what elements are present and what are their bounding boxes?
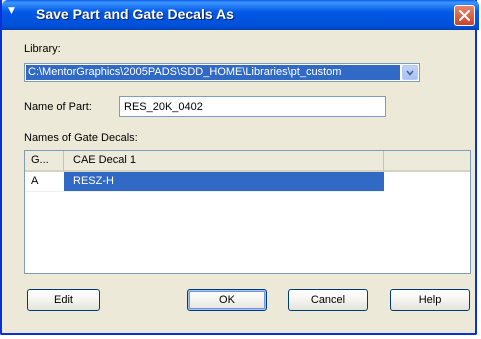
close-button[interactable] (454, 5, 475, 26)
column-header-filler (384, 151, 470, 172)
part-name-input[interactable] (120, 97, 385, 116)
help-button[interactable]: Help (390, 289, 470, 311)
cell-gate[interactable]: A (25, 172, 64, 192)
column-header-gate[interactable]: G... (25, 151, 64, 172)
library-dropdown[interactable]: C:\MentorGraphics\2005PADS\SDD_HOME\Libr… (24, 63, 420, 82)
close-icon (459, 10, 470, 21)
edit-button[interactable]: Edit (27, 289, 100, 311)
app-icon: ▼ (8, 6, 15, 16)
part-name-label: Name of Part: (24, 101, 92, 113)
ok-button[interactable]: OK (187, 289, 267, 311)
part-name-field[interactable] (119, 96, 386, 117)
title-bar[interactable]: ▼ Save Part and Gate Decals As (2, 0, 479, 30)
library-selected-value: C:\MentorGraphics\2005PADS\SDD_HOME\Libr… (26, 65, 400, 80)
cancel-button[interactable]: Cancel (288, 289, 368, 311)
dialog-window: ▼ Save Part and Gate Decals As Library: … (0, 0, 479, 335)
cell-cae-decal[interactable]: RESZ-H (64, 172, 384, 192)
column-header-cae-decal[interactable]: CAE Decal 1 (64, 151, 384, 172)
library-label: Library: (24, 43, 61, 55)
dropdown-button[interactable] (402, 65, 418, 80)
window-title: Save Part and Gate Decals As (36, 6, 234, 22)
chevron-down-icon (406, 69, 414, 76)
gate-decals-label: Names of Gate Decals: (24, 132, 138, 144)
gate-decals-table[interactable]: G... CAE Decal 1 A RESZ-H (24, 150, 471, 274)
